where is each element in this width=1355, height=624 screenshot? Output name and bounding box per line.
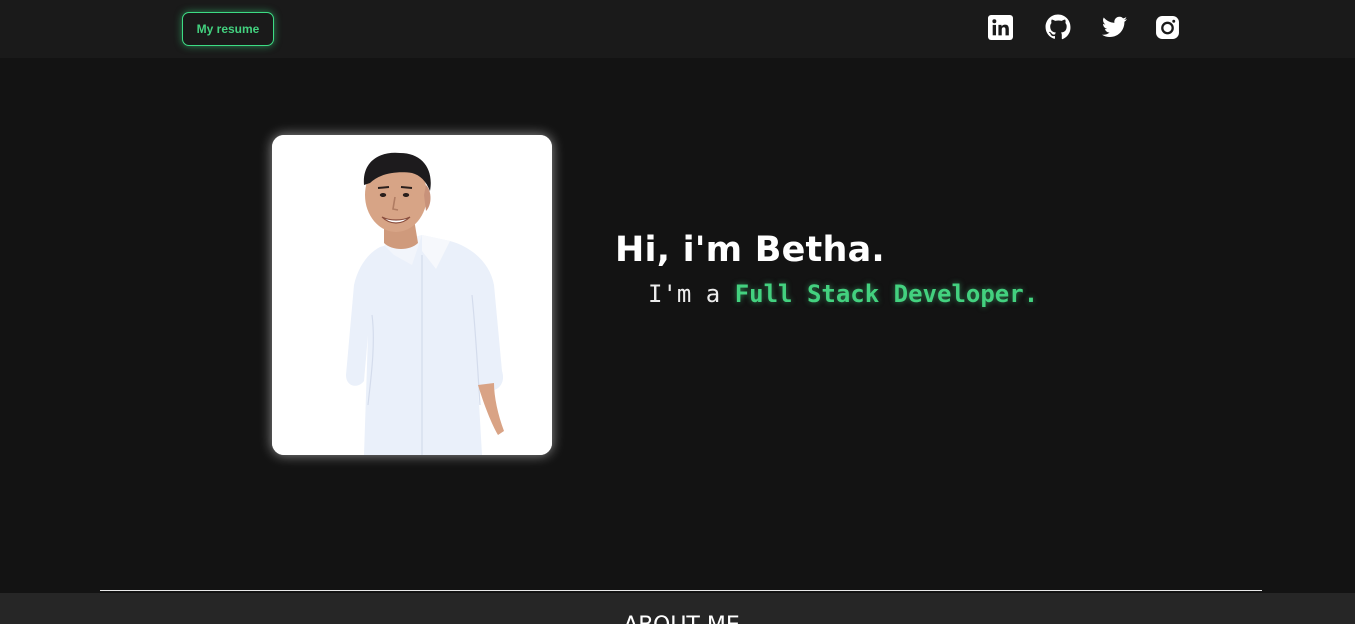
profile-photo — [272, 135, 552, 455]
section-divider — [100, 590, 1262, 591]
instagram-link[interactable] — [1154, 14, 1180, 40]
about-section: ABOUT ME — [0, 593, 1355, 624]
github-link[interactable] — [1045, 14, 1071, 40]
my-resume-button[interactable]: My resume — [182, 12, 274, 46]
about-title: ABOUT ME — [0, 613, 1355, 624]
hero-greeting: Hi, i'm Betha. — [615, 230, 885, 270]
linkedin-link[interactable] — [987, 14, 1013, 40]
linkedin-icon — [987, 14, 1013, 40]
tagline-prefix: I'm a — [648, 280, 735, 308]
twitter-icon — [1101, 16, 1127, 38]
hero-tagline: I'm a Full Stack Developer. — [648, 280, 1038, 308]
top-navbar: My resume — [0, 0, 1355, 58]
github-icon — [1045, 14, 1071, 40]
tagline-role: Full Stack Developer. — [734, 280, 1039, 308]
profile-photo-illustration — [272, 135, 552, 455]
instagram-icon — [1155, 15, 1180, 40]
twitter-link[interactable] — [1101, 14, 1127, 40]
